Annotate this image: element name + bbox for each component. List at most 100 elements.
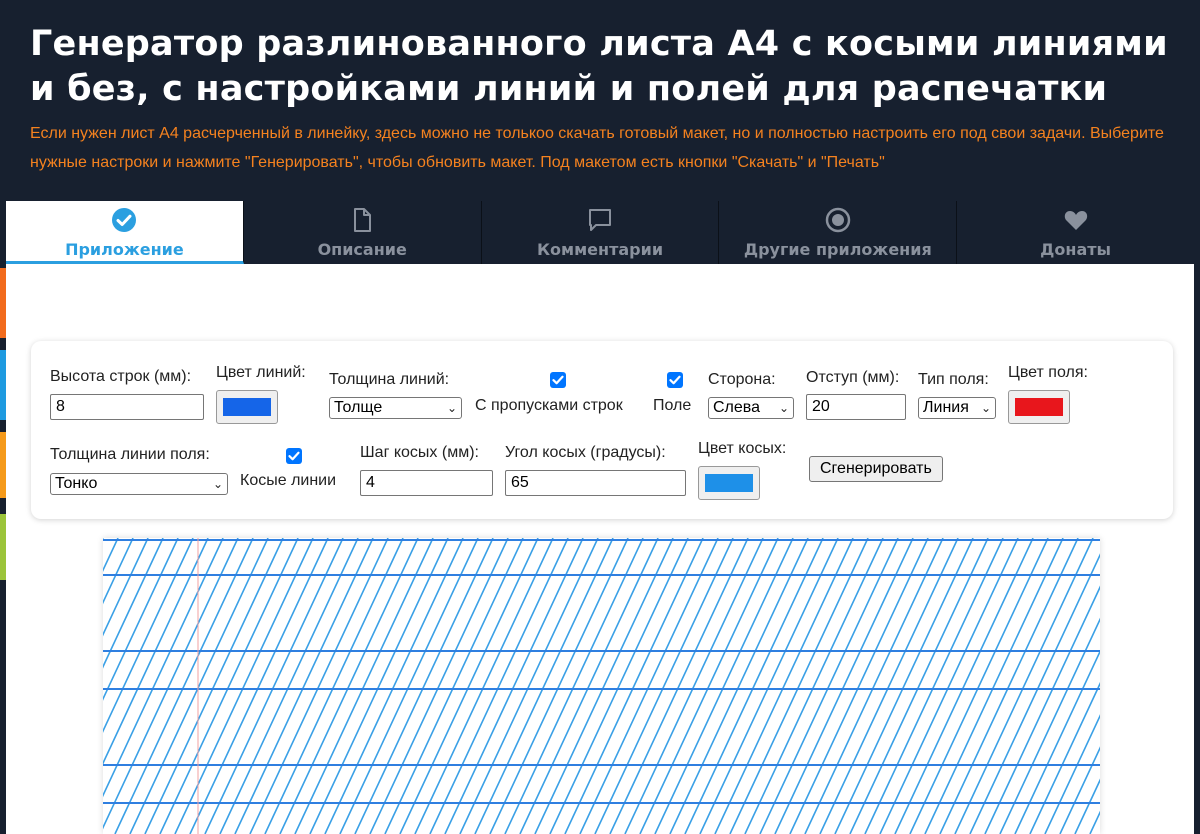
slant-line — [579, 538, 719, 834]
slant-line — [849, 538, 989, 834]
slant-line — [684, 538, 824, 834]
heart-icon — [1064, 211, 1087, 230]
slant-lines-checkbox[interactable] — [286, 448, 302, 464]
slant-line — [729, 538, 869, 834]
tab-donate[interactable]: Донаты — [957, 201, 1194, 264]
line-color-label: Цвет линий: — [216, 364, 306, 381]
page-header: Генератор разлинованного листа А4 с косы… — [0, 0, 1200, 200]
margin-line-thickness-label: Толщина линии поля: — [50, 446, 210, 463]
side-select[interactable]: Слева ⌄ — [708, 397, 794, 419]
row-height-input[interactable] — [50, 394, 204, 420]
line-thickness-value: Толще — [334, 399, 383, 416]
a4-sheet-preview — [103, 538, 1100, 834]
skip-rows-checkbox[interactable] — [550, 372, 566, 388]
line-color-swatch — [223, 398, 271, 416]
slant-color-swatch — [705, 474, 753, 492]
chevron-down-icon: ⌄ — [446, 401, 457, 415]
tab-label: Комментарии — [536, 240, 664, 259]
slant-line — [639, 538, 779, 834]
margin-type-value: Линия — [923, 399, 969, 416]
slant-line — [294, 538, 434, 834]
slant-line — [669, 538, 809, 834]
slant-line — [144, 538, 284, 834]
slant-line — [234, 538, 374, 834]
slant-line — [174, 538, 314, 834]
generate-button[interactable]: Сгенерировать — [809, 456, 943, 482]
slant-line — [714, 538, 854, 834]
slant-line — [549, 538, 689, 834]
tab-label: Приложение — [65, 240, 184, 259]
offset-input[interactable] — [806, 394, 906, 420]
slant-line — [103, 538, 209, 766]
slant-line — [279, 538, 419, 834]
tab-comments[interactable]: Комментарии — [481, 201, 720, 264]
slant-line — [414, 538, 554, 834]
tab-label: Донаты — [1040, 240, 1111, 259]
comment-icon — [588, 209, 611, 231]
margin-type-label: Тип поля: — [918, 371, 989, 388]
slant-lines-label: Косые линии — [240, 472, 337, 489]
margin-type-select[interactable]: Линия ⌄ — [918, 397, 996, 419]
slant-step-input[interactable] — [360, 470, 493, 496]
side-label: Сторона: — [708, 371, 776, 388]
chevron-down-icon: ⌄ — [778, 401, 789, 415]
margin-line-thickness-value: Тонко — [55, 475, 98, 492]
check-circle-icon — [112, 208, 137, 232]
slant-line — [564, 538, 704, 834]
slant-line — [219, 538, 359, 834]
line-thickness-label: Толщина линий: — [329, 371, 450, 388]
slant-line — [894, 538, 1034, 834]
slant-line — [609, 538, 749, 834]
settings-panel: Высота строк (мм): Цвет линий: Толщина л… — [31, 341, 1173, 519]
margin-color-picker[interactable] — [1008, 390, 1070, 424]
margin-checkbox[interactable] — [667, 372, 683, 388]
slant-line — [129, 538, 269, 834]
line-color-picker[interactable] — [216, 390, 278, 424]
margin-line-thickness-select[interactable]: Тонко ⌄ — [50, 473, 228, 495]
chevron-down-icon: ⌄ — [980, 401, 991, 415]
slant-line — [744, 538, 884, 834]
slant-line — [864, 538, 1004, 834]
slant-line — [774, 538, 914, 834]
slant-line — [474, 538, 614, 834]
page-title: Генератор разлинованного листа А4 с косы… — [30, 24, 1168, 109]
slant-line — [103, 538, 194, 733]
slant-step-label: Шаг косых (мм): — [360, 444, 479, 461]
ruled-sheet-canvas — [103, 538, 1100, 834]
skip-rows-label: С пропусками строк — [475, 397, 623, 414]
slant-line — [789, 538, 929, 834]
slant-line — [264, 538, 404, 834]
slant-line — [189, 538, 329, 834]
slant-line — [354, 538, 494, 834]
slant-color-picker[interactable] — [698, 466, 760, 500]
side-value: Слева — [713, 399, 761, 416]
slant-line — [159, 538, 299, 834]
target-icon — [825, 207, 851, 233]
tab-other-apps[interactable]: Другие приложения — [719, 201, 958, 264]
slant-line — [834, 538, 974, 834]
slant-line — [103, 538, 134, 605]
slant-line — [654, 538, 794, 834]
slant-line — [624, 538, 764, 834]
tab-bar: Приложение Описание Комментарии Другие п… — [6, 201, 1194, 264]
slant-color-label: Цвет косых: — [698, 440, 787, 457]
slant-line — [249, 538, 389, 834]
tab-app[interactable]: Приложение — [6, 201, 244, 264]
slant-line — [339, 538, 479, 834]
slant-line — [519, 538, 659, 834]
slant-line — [909, 538, 1049, 834]
margin-label: Поле — [653, 397, 692, 414]
slant-line — [939, 538, 1079, 834]
slant-line — [103, 538, 179, 701]
slant-line — [309, 538, 449, 834]
line-thickness-select[interactable]: Толще ⌄ — [329, 397, 462, 419]
slant-line — [444, 538, 584, 834]
slant-angle-input[interactable] — [505, 470, 686, 496]
slant-line — [384, 538, 524, 834]
slant-line — [924, 538, 1064, 834]
slant-angle-label: Угол косых (градусы): — [505, 444, 666, 461]
slant-line — [819, 538, 959, 834]
slant-line — [879, 538, 1019, 834]
row-height-label: Высота строк (мм): — [50, 368, 192, 385]
tab-description[interactable]: Описание — [243, 201, 482, 264]
